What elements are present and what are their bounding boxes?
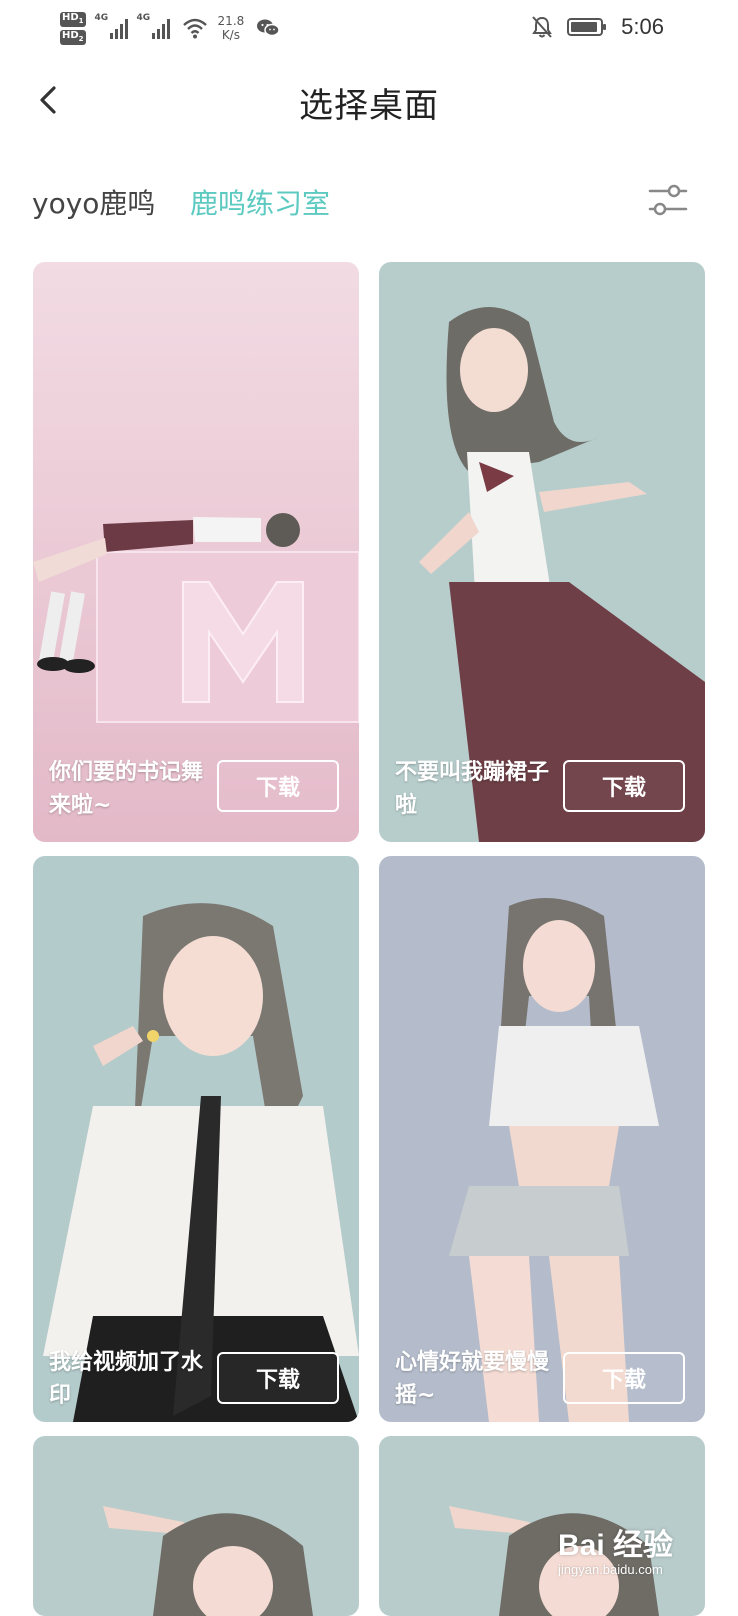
wallpaper-caption: 不要叫我蹦裙子啦: [395, 760, 550, 818]
tab-practice-room[interactable]: 鹿鸣练习室: [190, 182, 330, 222]
wechat-icon: [257, 19, 281, 37]
status-bar-left: HD1 HD2 4G 4G 21.8 K/s: [60, 8, 281, 48]
wallpaper-preview-image: [33, 1436, 359, 1616]
wallpaper-card[interactable]: [33, 1436, 359, 1616]
status-bar-right: 5:06: [531, 12, 664, 42]
filter-button[interactable]: [644, 176, 692, 224]
wallpaper-card[interactable]: 你们要的书记舞来啦~ 下载: [33, 262, 359, 842]
signal-icon: 4G: [137, 13, 170, 39]
battery-icon: [567, 18, 607, 36]
wallpaper-preview-image: [379, 262, 705, 842]
wallpaper-caption: 心情好就要慢慢摇~: [395, 1350, 550, 1408]
status-bar: HD1 HD2 4G 4G 21.8 K/s 5:06: [0, 0, 738, 56]
tab-bar: yoyo鹿鸣 鹿鸣练习室: [0, 172, 738, 232]
tab-yoyo[interactable]: yoyo鹿鸣: [32, 182, 155, 222]
download-button[interactable]: 下载: [217, 760, 339, 812]
download-button[interactable]: 下载: [217, 1352, 339, 1404]
watermark-url: jingyan.baidu.com: [558, 1562, 663, 1577]
wallpaper-preview-image: [33, 856, 359, 1422]
clock: 5:06: [621, 14, 664, 39]
wallpaper-card[interactable]: 我给视频加了水印 下载: [33, 856, 359, 1422]
wallpaper-preview-image: [379, 856, 705, 1422]
mute-bell-icon: [532, 16, 553, 38]
signal-icon: 4G: [95, 13, 128, 39]
wallpaper-caption: 你们要的书记舞来啦~: [49, 760, 204, 818]
download-button[interactable]: 下载: [563, 1352, 685, 1404]
hd1-badge: HD1: [60, 11, 86, 27]
wifi-icon: [182, 18, 207, 39]
app-header: 选择桌面: [0, 64, 738, 136]
page-title: 选择桌面: [299, 86, 439, 126]
hd2-badge: HD2: [60, 29, 86, 45]
sliders-icon: [648, 184, 688, 216]
wallpaper-preview-image: [33, 262, 359, 842]
network-speed: 21.8 K/s: [217, 14, 245, 42]
baidu-watermark: Bai 经验 jingyan.baidu.com: [558, 1520, 718, 1594]
watermark-brand: Bai 经验: [558, 1529, 674, 1562]
wallpaper-card[interactable]: 心情好就要慢慢摇~ 下载: [379, 856, 705, 1422]
download-button[interactable]: 下载: [563, 760, 685, 812]
hd-indicators: HD1 HD2: [60, 11, 86, 45]
wallpaper-caption: 我给视频加了水印: [49, 1350, 204, 1408]
wallpaper-card[interactable]: 不要叫我蹦裙子啦 下载: [379, 262, 705, 842]
